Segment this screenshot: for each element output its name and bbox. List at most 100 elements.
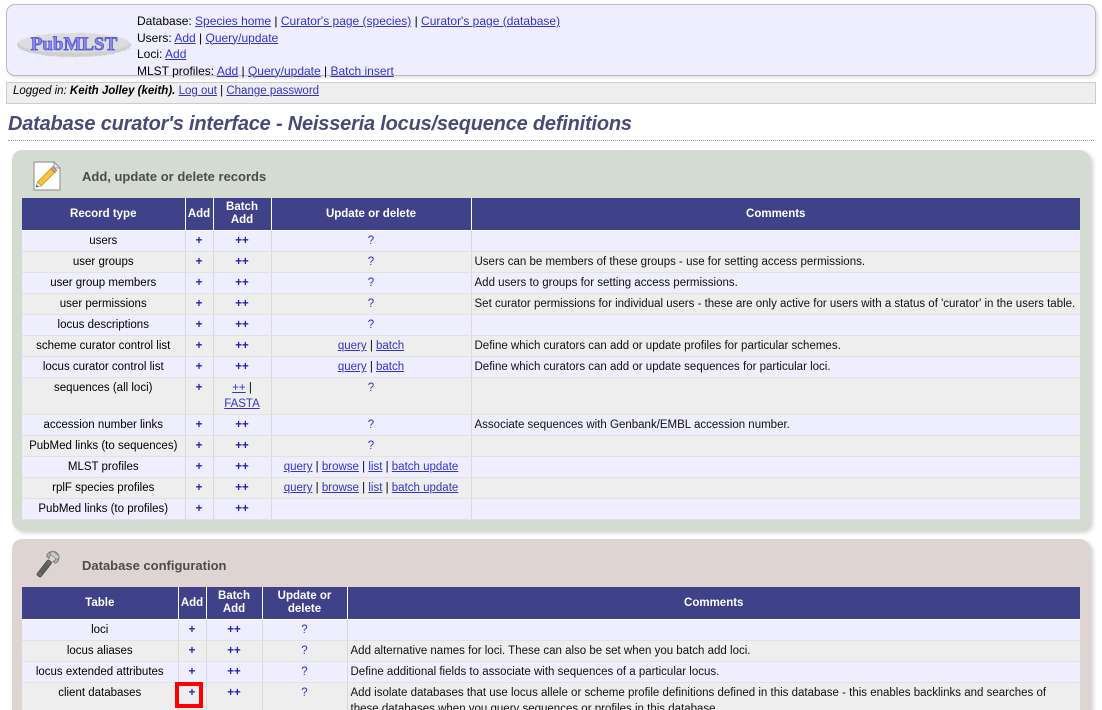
batch-add-link[interactable]: ++: [227, 624, 240, 636]
batch-add-link[interactable]: ++: [235, 461, 248, 473]
batch-add-cell[interactable]: ++: [213, 293, 272, 315]
update-link-query[interactable]: query: [338, 361, 367, 373]
update-delete-link[interactable]: ?: [368, 298, 374, 310]
add-link[interactable]: +: [196, 319, 203, 331]
update-delete-cell[interactable]: query | browse | list | batch update: [271, 477, 472, 499]
batch-add-cell[interactable]: ++: [213, 356, 272, 378]
batch-add-cell[interactable]: ++ | FASTA: [213, 377, 272, 415]
add-link[interactable]: +: [189, 645, 196, 657]
batch-add-link[interactable]: ++: [227, 666, 240, 678]
batch-add-link[interactable]: ++: [235, 482, 248, 494]
update-delete-cell[interactable]: ?: [271, 414, 472, 436]
add-cell[interactable]: +: [178, 661, 207, 683]
update-link-list[interactable]: list: [368, 461, 382, 473]
update-delete-cell[interactable]: ?: [262, 640, 348, 662]
logout-link[interactable]: Log out: [179, 85, 217, 97]
update-delete-link[interactable]: ?: [368, 256, 374, 268]
add-link[interactable]: +: [189, 624, 196, 636]
add-link[interactable]: +: [189, 687, 196, 699]
update-delete-cell[interactable]: ?: [271, 251, 472, 273]
add-link[interactable]: +: [196, 482, 203, 494]
add-link[interactable]: +: [196, 340, 203, 352]
add-cell[interactable]: +: [185, 377, 214, 415]
add-cell[interactable]: +: [185, 272, 214, 294]
batch-add-cell[interactable]: ++: [213, 435, 272, 457]
update-delete-cell[interactable]: ?: [271, 314, 472, 336]
update-link-browse[interactable]: browse: [322, 482, 359, 494]
update-link-query[interactable]: query: [284, 461, 313, 473]
add-cell[interactable]: +: [185, 456, 214, 478]
update-link-list[interactable]: list: [368, 482, 382, 494]
update-delete-cell[interactable]: ?: [271, 230, 472, 252]
batch-add-cell[interactable]: ++: [213, 498, 272, 520]
batch-add-link[interactable]: ++: [235, 340, 248, 352]
batch-add-link[interactable]: ++: [235, 277, 248, 289]
link-species-home[interactable]: Species home: [195, 14, 271, 28]
add-cell[interactable]: +: [178, 640, 207, 662]
add-cell[interactable]: +: [185, 414, 214, 436]
batch-add-link[interactable]: ++: [235, 256, 248, 268]
update-delete-cell[interactable]: [271, 498, 472, 520]
add-link[interactable]: +: [196, 503, 203, 515]
link-mlst-query-update[interactable]: Query/update: [248, 64, 321, 78]
batch-add-link[interactable]: ++: [235, 440, 248, 452]
update-delete-cell[interactable]: ?: [271, 377, 472, 415]
update-delete-cell[interactable]: ?: [271, 272, 472, 294]
batch-add-cell[interactable]: ++: [213, 272, 272, 294]
add-cell[interactable]: +: [185, 435, 214, 457]
update-delete-cell[interactable]: ?: [271, 293, 472, 315]
add-link[interactable]: +: [196, 382, 203, 394]
update-link-batch-update[interactable]: batch update: [392, 482, 459, 494]
update-link-batch[interactable]: batch: [376, 361, 404, 373]
link-mlst-add[interactable]: Add: [217, 64, 238, 78]
batch-add-cell[interactable]: ++: [206, 619, 263, 641]
batch-add-link[interactable]: ++: [227, 687, 240, 699]
batch-add-link[interactable]: ++: [235, 419, 248, 431]
update-delete-cell[interactable]: query | batch: [271, 335, 472, 357]
update-delete-link[interactable]: ?: [368, 382, 374, 394]
add-cell[interactable]: +: [185, 498, 214, 520]
update-link-query[interactable]: query: [284, 482, 313, 494]
link-curators-page-species[interactable]: Curator's page (species): [281, 14, 411, 28]
add-cell[interactable]: +: [185, 477, 214, 499]
batch-add-cell[interactable]: ++: [213, 314, 272, 336]
add-link[interactable]: +: [196, 256, 203, 268]
add-link[interactable]: +: [196, 361, 203, 373]
add-cell[interactable]: +: [185, 293, 214, 315]
add-link[interactable]: +: [196, 277, 203, 289]
link-users-add[interactable]: Add: [174, 31, 195, 45]
update-delete-link[interactable]: ?: [368, 440, 374, 452]
batch-add-link[interactable]: ++: [235, 235, 248, 247]
add-cell[interactable]: +: [185, 251, 214, 273]
add-cell[interactable]: +: [185, 356, 214, 378]
batch-add-cell[interactable]: ++: [213, 477, 272, 499]
batch-add-cell[interactable]: ++: [213, 251, 272, 273]
link-users-query-update[interactable]: Query/update: [206, 31, 279, 45]
batch-add-cell[interactable]: ++: [213, 456, 272, 478]
add-link[interactable]: +: [196, 235, 203, 247]
add-cell[interactable]: +: [174, 682, 207, 710]
update-delete-link[interactable]: ?: [368, 235, 374, 247]
batch-add-cell[interactable]: ++: [213, 414, 272, 436]
update-delete-cell[interactable]: query | browse | list | batch update: [271, 456, 472, 478]
update-delete-cell[interactable]: ?: [271, 435, 472, 457]
add-link[interactable]: +: [196, 419, 203, 431]
update-delete-link[interactable]: ?: [301, 666, 307, 678]
update-delete-link[interactable]: ?: [301, 645, 307, 657]
update-delete-link[interactable]: ?: [368, 319, 374, 331]
add-cell[interactable]: +: [185, 230, 214, 252]
update-delete-cell[interactable]: ?: [262, 682, 348, 710]
batch-link--[interactable]: ++: [232, 382, 245, 394]
batch-add-link[interactable]: ++: [235, 298, 248, 310]
batch-add-cell[interactable]: ++: [213, 230, 272, 252]
update-link-batch[interactable]: batch: [376, 340, 404, 352]
update-link-query[interactable]: query: [338, 340, 367, 352]
update-delete-cell[interactable]: ?: [262, 661, 348, 683]
update-delete-cell[interactable]: ?: [262, 619, 348, 641]
update-delete-link[interactable]: ?: [368, 277, 374, 289]
link-loci-add[interactable]: Add: [165, 47, 186, 61]
batch-add-cell[interactable]: ++: [206, 682, 263, 710]
add-link[interactable]: +: [196, 298, 203, 310]
update-link-browse[interactable]: browse: [322, 461, 359, 473]
batch-add-cell[interactable]: ++: [213, 335, 272, 357]
